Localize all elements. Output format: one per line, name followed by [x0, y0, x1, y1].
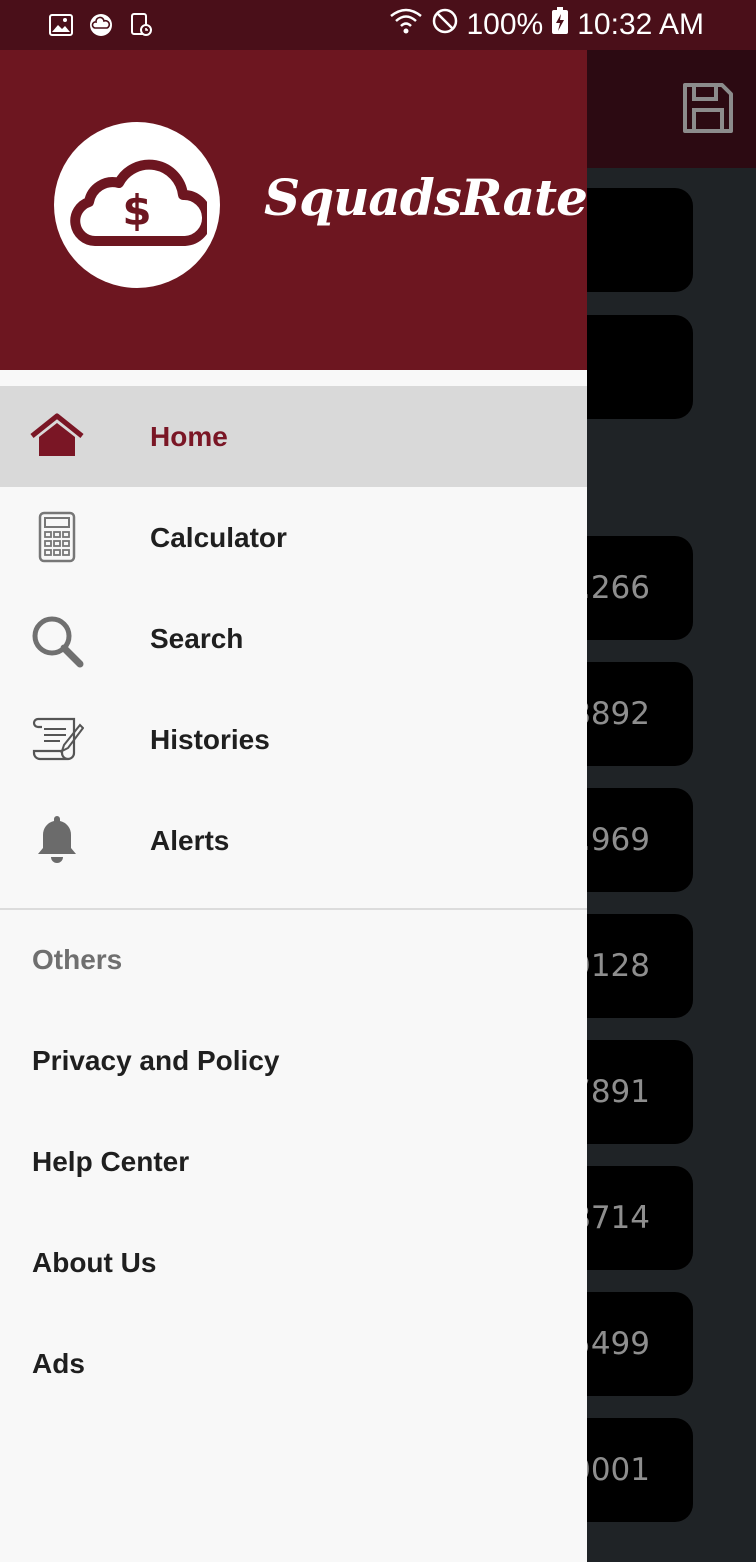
- nav-label-alerts: Alerts: [150, 824, 230, 856]
- app-name: SquadsRate: [264, 168, 588, 227]
- privacy-and-policy-link[interactable]: Privacy and Policy: [32, 1045, 279, 1077]
- gallery-icon: [48, 13, 74, 37]
- save-icon[interactable]: [680, 80, 736, 136]
- help-center-link[interactable]: Help Center: [32, 1146, 189, 1178]
- status-bar: 100% 10:32 AM: [0, 0, 756, 50]
- app-logo: $: [54, 122, 220, 288]
- battery-level: 100%: [466, 8, 544, 41]
- svg-text:$: $: [122, 186, 151, 235]
- nav-label-histories: Histories: [150, 723, 270, 755]
- others-section-header: Others: [32, 944, 123, 975]
- divider: [0, 908, 587, 910]
- clock: 10:32 AM: [577, 8, 704, 41]
- search-icon: [30, 614, 84, 668]
- nav-label-home: Home: [150, 420, 228, 452]
- cloud-dollar-icon: $: [67, 155, 212, 256]
- calculator-icon: [30, 511, 84, 563]
- wifi-icon: [389, 7, 423, 43]
- do-not-disturb-icon: [431, 7, 459, 43]
- cloud-app-icon: [88, 13, 114, 37]
- screen-time-icon: [128, 13, 154, 37]
- drawer-header: $ SquadsRate: [0, 50, 588, 370]
- ads-link[interactable]: Ads: [32, 1348, 85, 1380]
- nav-label-calculator: Calculator: [150, 521, 287, 553]
- navigation-drawer: $ SquadsRate Home Calculator Search Hist…: [0, 0, 588, 1562]
- bell-icon: [30, 816, 84, 866]
- nav-list: Home Calculator Search Histories Alerts: [0, 386, 587, 891]
- nav-item-calculator[interactable]: Calculator: [0, 487, 587, 588]
- home-icon: [30, 412, 84, 462]
- scroll-icon: [30, 715, 85, 765]
- nav-item-home[interactable]: Home: [0, 386, 587, 487]
- battery-charging-icon: [551, 7, 569, 43]
- nav-item-histories[interactable]: Histories: [0, 689, 587, 790]
- nav-item-alerts[interactable]: Alerts: [0, 790, 587, 891]
- nav-item-search[interactable]: Search: [0, 588, 587, 689]
- about-us-link[interactable]: About Us: [32, 1247, 156, 1279]
- nav-label-search: Search: [150, 622, 244, 654]
